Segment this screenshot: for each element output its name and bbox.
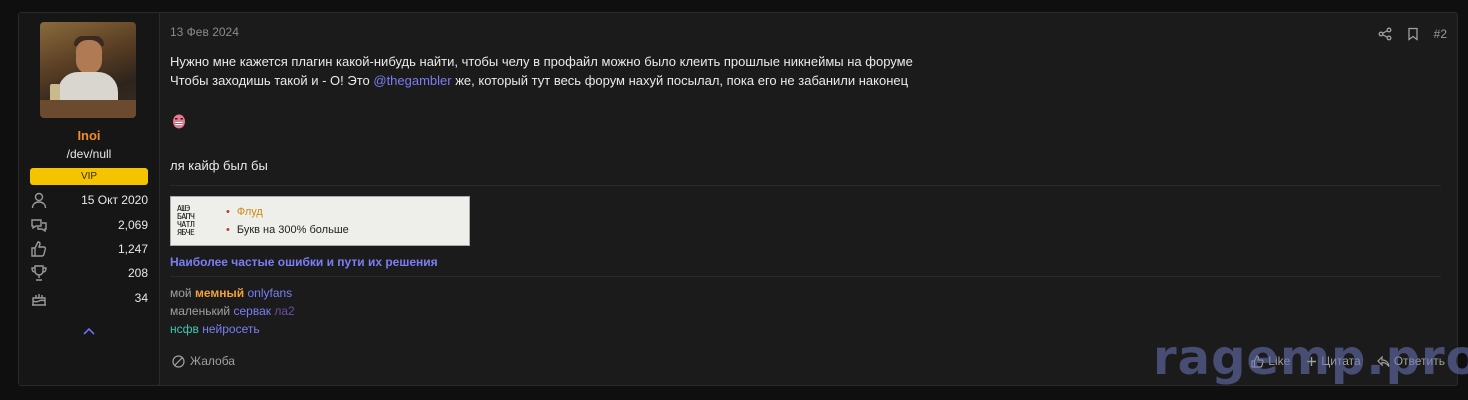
signature-line-3: нсфв нейросеть — [170, 322, 260, 336]
stat-reactions: 1,247 — [19, 240, 159, 260]
stat-messages: 2,069 — [19, 216, 159, 236]
stat-age: 34 — [19, 289, 159, 309]
stat-points: 208 — [19, 264, 159, 284]
post-top-actions: #2 — [1378, 25, 1447, 43]
stat-joined: 15 Окт 2020 — [19, 191, 159, 211]
trophy-icon — [31, 265, 47, 281]
signature-line-1: мой мемный onlyfans — [170, 286, 293, 300]
messages-icon — [31, 219, 47, 233]
post-date[interactable]: 13 Фев 2024 — [170, 25, 239, 39]
post-line-2: Чтобы заходишь такой и - О! Это @thegamb… — [170, 73, 909, 88]
author-title: /dev/null — [66, 147, 112, 161]
userbar-banner: АШЭ БАПЧ ЧАТЛ ЯБЧЕ • Флуд • Букв на 300% б… — [170, 196, 470, 246]
author-sidebar: Inoi /dev/null VIP 15 Окт 2020 2,069 1,2… — [19, 13, 160, 385]
share-icon[interactable] — [1378, 27, 1392, 41]
vip-badge: VIP — [30, 168, 148, 185]
user-icon — [31, 192, 47, 209]
userbar-subtitle: • Букв на 300% больше — [226, 224, 349, 236]
post-number[interactable]: #2 — [1434, 27, 1447, 41]
author-username[interactable]: Inoi — [19, 128, 159, 143]
signature-link[interactable]: Наиболее частые ошибки и пути их решения — [170, 255, 438, 269]
avatar[interactable] — [40, 22, 136, 118]
post-line-1: Нужно мне кажется плагин какой-нибудь на… — [170, 54, 913, 69]
signature-line-2: маленький сервак ла2 — [170, 304, 295, 318]
userbar-title: • Флуд — [226, 206, 263, 218]
signature-divider-2 — [170, 276, 1441, 277]
report-button[interactable]: Жалоба — [172, 354, 235, 368]
userbar-glyph: АШЭ БАПЧ ЧАТЛ ЯБЧЕ — [177, 204, 195, 237]
report-icon — [172, 354, 185, 368]
post-line-3: ля кайф был бы — [170, 158, 268, 173]
laughing-emoji-icon — [173, 114, 185, 129]
thumbs-up-icon — [31, 241, 47, 257]
site-watermark: ragemp.pro — [1153, 330, 1468, 386]
bookmark-icon[interactable] — [1406, 27, 1420, 41]
user-mention[interactable]: @thegambler — [373, 73, 451, 88]
birthday-cake-icon — [32, 294, 46, 306]
chevron-up-icon[interactable] — [80, 322, 98, 340]
signature-divider — [170, 185, 1441, 186]
